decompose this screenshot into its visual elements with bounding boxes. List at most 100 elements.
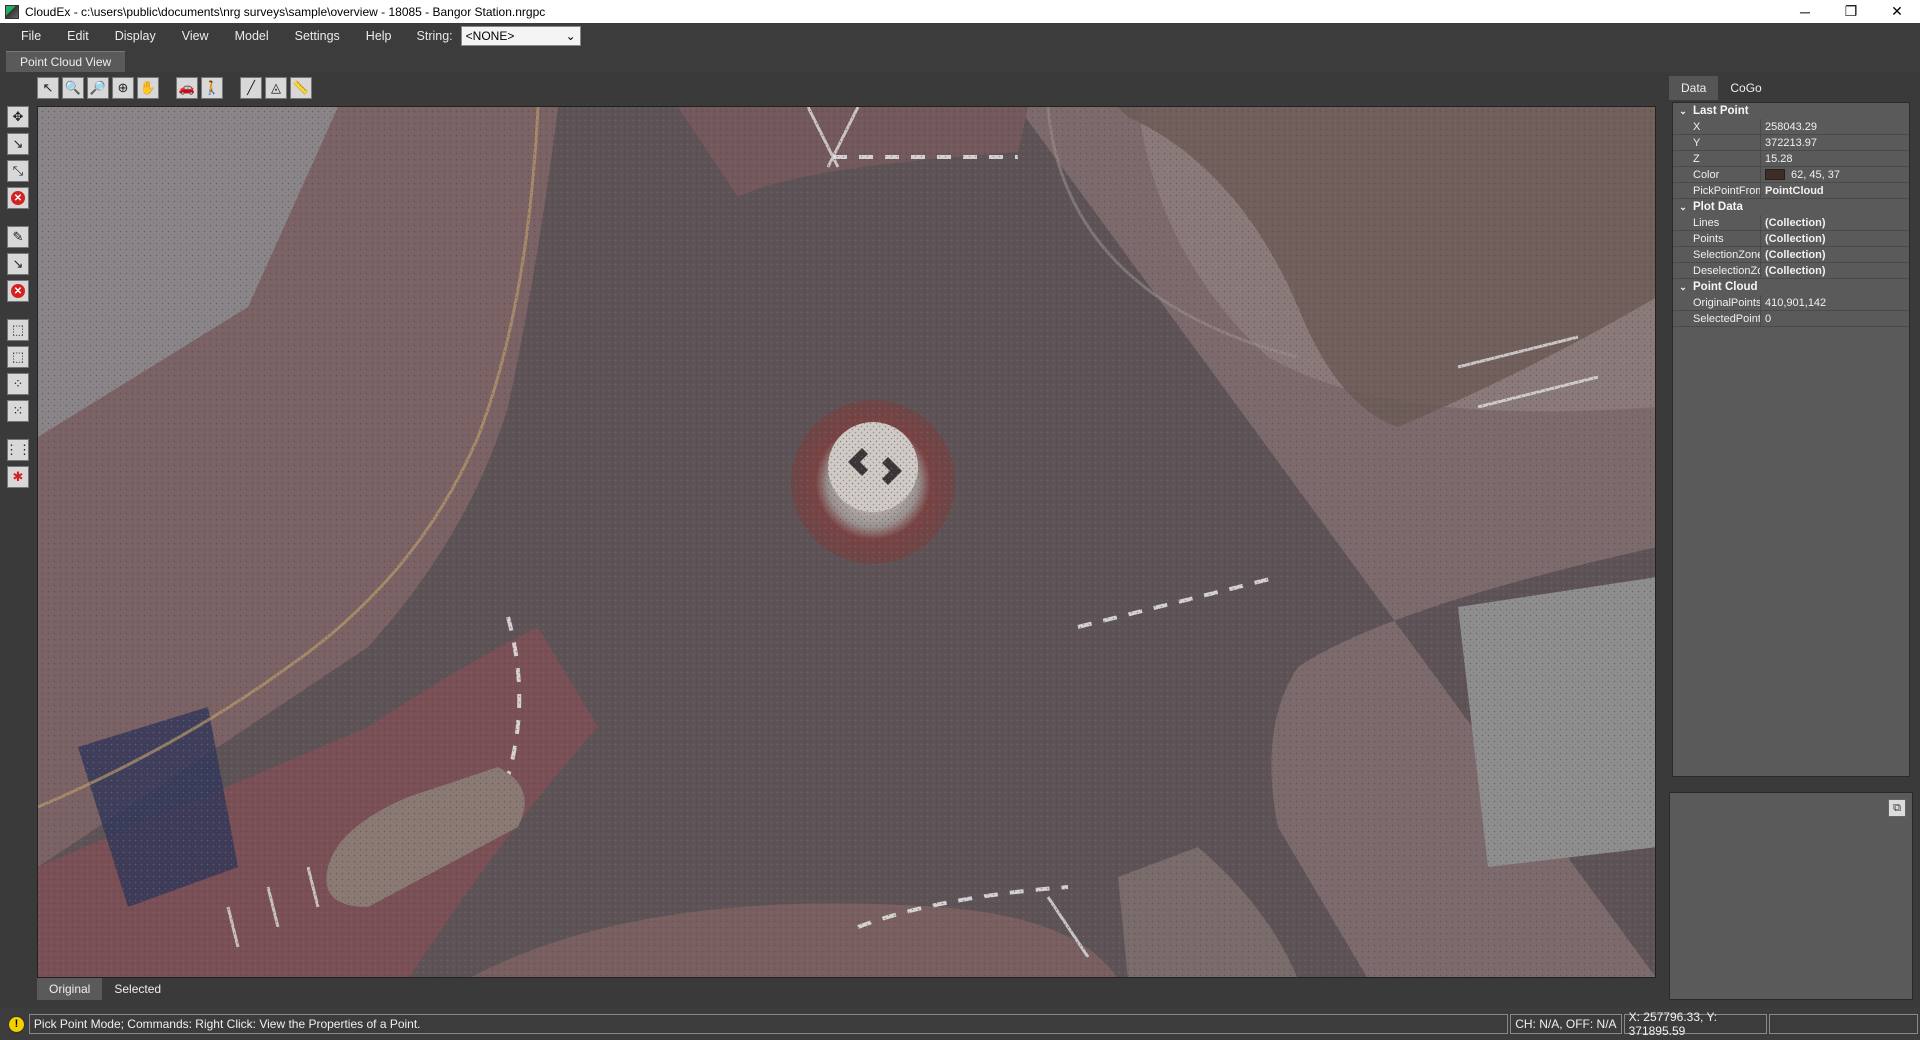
tab-original[interactable]: Original <box>37 978 103 1000</box>
maximize-button[interactable]: ❐ <box>1828 0 1874 23</box>
view-toolbar: ↖ 🔍 🔎 ⊕ ✋ 🚗 🚶 ╱ ◬ 📏 <box>37 76 315 100</box>
pan-hand-icon[interactable]: ✋ <box>137 77 159 99</box>
prop-row-points[interactable]: Points (Collection) <box>1673 231 1909 247</box>
draw-string-icon[interactable]: ✎ <box>7 226 29 248</box>
menu-model[interactable]: Model <box>222 29 282 43</box>
prop-row-x[interactable]: X 258043.29 <box>1673 119 1909 135</box>
zoom-extents-icon[interactable]: ⊕ <box>112 77 134 99</box>
left-toolbar: ✥ ↘ ⤡ ✕ ✎ ↘ ✕ ⬚ ⬚ ⁘ ⁙ ⋮⋮ ✱ <box>5 106 31 493</box>
prop-value: PointCloud <box>1765 184 1824 197</box>
title-bar: CloudEx - c:\users\public\documents\nrg … <box>0 0 1920 23</box>
surface-tool-icon[interactable]: ◬ <box>265 77 287 99</box>
prop-value: 62, 45, 37 <box>1761 167 1909 182</box>
zoom-out-icon[interactable]: 🔎 <box>87 77 109 99</box>
properties-panel: Data CoGo ⌄ Last Point X 258043.29 Y 372… <box>1669 76 1913 777</box>
prop-key: SelectionZones <box>1673 247 1761 262</box>
app-icon <box>5 4 19 19</box>
prop-key: OriginalPoints <box>1673 295 1761 310</box>
prop-row-pickpointfrom[interactable]: PickPointFrom PointCloud <box>1673 183 1909 199</box>
measure-tool-icon[interactable]: 📏 <box>290 77 312 99</box>
prop-key: SelectedPoints <box>1673 311 1761 326</box>
prop-key: X <box>1673 119 1761 134</box>
collapse-chevron-icon[interactable]: ⌄ <box>1673 202 1693 213</box>
menu-file[interactable]: File <box>8 29 54 43</box>
prop-value: (Collection) <box>1765 232 1826 245</box>
status-empty <box>1768 1014 1918 1034</box>
prop-key: DeselectionZones <box>1673 263 1761 278</box>
tab-data[interactable]: Data <box>1669 76 1719 100</box>
category-label: Last Point <box>1693 105 1749 117</box>
walk-mode-icon[interactable]: 🚶 <box>201 77 223 99</box>
pick-point-icon[interactable]: ↘ <box>7 133 29 155</box>
prop-row-lines[interactable]: Lines (Collection) <box>1673 215 1909 231</box>
prop-value: 410,901,142 <box>1765 296 1827 309</box>
pick-line-icon[interactable]: ⤡ <box>7 160 29 182</box>
string-select[interactable]: <NONE> ⌄ <box>460 26 581 46</box>
prop-key: Color <box>1673 167 1761 182</box>
prop-value: (Collection) <box>1765 264 1826 277</box>
prop-value: (Collection) <box>1765 248 1826 261</box>
float-window-icon[interactable]: ⧉ <box>1888 799 1906 817</box>
menu-help[interactable]: Help <box>353 29 405 43</box>
prop-value: (Collection) <box>1765 216 1826 229</box>
edit-string-icon[interactable]: ↘ <box>7 253 29 275</box>
description-panel: ⧉ <box>1669 792 1913 1000</box>
category-label: Point Cloud <box>1693 281 1758 293</box>
menu-display[interactable]: Display <box>102 29 169 43</box>
status-message: Pick Point Mode; Commands: Right Click: … <box>28 1014 1509 1034</box>
category-label: Plot Data <box>1693 201 1743 213</box>
prop-value: 15.28 <box>1765 152 1793 165</box>
prop-key: PickPointFrom <box>1673 183 1761 198</box>
prop-value: 0 <box>1765 312 1772 325</box>
point-scatter-icon[interactable]: ⁙ <box>7 400 29 422</box>
document-tabs: Point Cloud View <box>0 49 1920 72</box>
category-last-point[interactable]: ⌄ Last Point <box>1673 103 1909 119</box>
close-button[interactable]: ✕ <box>1874 0 1920 23</box>
clear-grid-icon[interactable]: ✱ <box>7 466 29 488</box>
tab-selected[interactable]: Selected <box>102 978 173 1000</box>
deselection-zone-icon[interactable]: ⬚ <box>7 346 29 368</box>
prop-value: 258043.29 <box>1765 120 1817 133</box>
menu-edit[interactable]: Edit <box>54 29 102 43</box>
string-select-value: <NONE> <box>465 29 515 43</box>
prop-row-color[interactable]: Color 62, 45, 37 <box>1673 167 1909 183</box>
window-controls: ─ ❐ ✕ <box>1782 0 1920 23</box>
menu-view[interactable]: View <box>169 29 222 43</box>
tab-point-cloud-view[interactable]: Point Cloud View <box>6 51 126 72</box>
prop-row-y[interactable]: Y 372213.97 <box>1673 135 1909 151</box>
status-ch: CH: N/A, OFF: N/A <box>1510 1014 1622 1034</box>
color-value: 62, 45, 37 <box>1791 168 1840 181</box>
tab-cogo[interactable]: CoGo <box>1718 76 1773 100</box>
move-icon[interactable]: ✥ <box>7 106 29 128</box>
point-cloud-render <box>38 107 1655 977</box>
collapse-chevron-icon[interactable]: ⌄ <box>1673 106 1693 117</box>
select-arrow-icon[interactable]: ↖ <box>37 77 59 99</box>
clear-points-icon[interactable]: ✕ <box>7 187 29 209</box>
menu-settings[interactable]: Settings <box>282 29 353 43</box>
prop-row-originalpoints[interactable]: OriginalPoints 410,901,142 <box>1673 295 1909 311</box>
prop-row-selectedpoints[interactable]: SelectedPoints 0 <box>1673 311 1909 327</box>
grid-icon[interactable]: ⋮⋮ <box>5 439 31 461</box>
prop-row-deselectionzones[interactable]: DeselectionZones (Collection) <box>1673 263 1909 279</box>
warning-icon: ! <box>8 1015 25 1033</box>
category-point-cloud[interactable]: ⌄ Point Cloud <box>1673 279 1909 295</box>
category-plot-data[interactable]: ⌄ Plot Data <box>1673 199 1909 215</box>
prop-key: Z <box>1673 151 1761 166</box>
point-cloud-viewport[interactable] <box>37 106 1656 978</box>
collapse-chevron-icon[interactable]: ⌄ <box>1673 282 1693 293</box>
menu-bar: File Edit Display View Model Settings He… <box>0 23 1920 49</box>
color-swatch <box>1765 169 1785 180</box>
minimize-button[interactable]: ─ <box>1782 0 1828 23</box>
point-filter-icon[interactable]: ⁘ <box>7 373 29 395</box>
prop-row-z[interactable]: Z 15.28 <box>1673 151 1909 167</box>
panel-tabs: Data CoGo <box>1669 76 1913 100</box>
property-grid: ⌄ Last Point X 258043.29 Y 372213.97 Z 1… <box>1672 102 1910 777</box>
status-coordinates: X: 257796.33, Y: 371895.59 <box>1623 1010 1767 1038</box>
zoom-in-icon[interactable]: 🔍 <box>62 77 84 99</box>
line-tool-icon[interactable]: ╱ <box>240 77 262 99</box>
clear-strings-icon[interactable]: ✕ <box>7 280 29 302</box>
work-area: ↖ 🔍 🔎 ⊕ ✋ 🚗 🚶 ╱ ◬ 📏 ✥ ↘ ⤡ ✕ ✎ ↘ ✕ ⬚ ⬚ ⁘ … <box>0 72 1920 1008</box>
drive-mode-icon[interactable]: 🚗 <box>176 77 198 99</box>
selection-zone-icon[interactable]: ⬚ <box>7 319 29 341</box>
prop-row-selectionzones[interactable]: SelectionZones (Collection) <box>1673 247 1909 263</box>
